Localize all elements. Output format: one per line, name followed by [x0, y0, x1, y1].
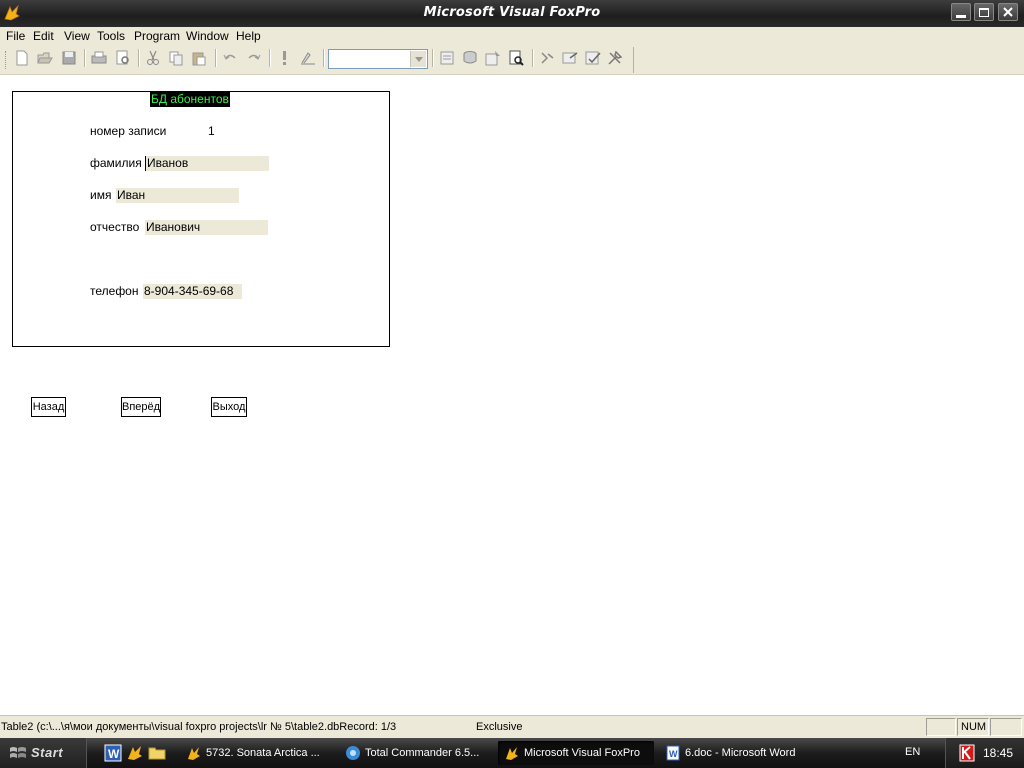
- phone-field[interactable]: 8-904-345-69-68: [143, 284, 242, 299]
- surname-label: фамилия: [90, 156, 142, 170]
- toolbar-separator: [532, 49, 534, 67]
- foxpro-task-icon: [506, 747, 518, 760]
- first-name-label: имя: [90, 188, 112, 202]
- menu-file[interactable]: File: [6, 28, 25, 44]
- start-button[interactable]: Start: [0, 738, 87, 768]
- svg-text:W: W: [669, 749, 678, 759]
- kaspersky-icon[interactable]: [959, 744, 975, 762]
- database-combo[interactable]: [328, 49, 428, 69]
- cut-icon[interactable]: [145, 50, 161, 66]
- surname-field[interactable]: Иванов: [145, 156, 269, 171]
- toolbar-separator: [215, 49, 217, 67]
- winamp-icon: [188, 747, 200, 760]
- task-label: Total Commander 6.5...: [365, 747, 480, 759]
- toolbar-separator: [138, 49, 140, 67]
- form-designer-icon[interactable]: [508, 50, 524, 66]
- foxpro-quicklaunch-icon[interactable]: [126, 744, 144, 762]
- close-icon: [1003, 7, 1013, 17]
- print-preview-icon[interactable]: [115, 50, 131, 66]
- windows-logo-icon: [10, 747, 26, 758]
- form-frame: [12, 91, 390, 347]
- status-panel-empty: [926, 718, 956, 736]
- status-panel-empty: [990, 718, 1022, 736]
- record-number-value: 1: [208, 124, 215, 138]
- menu-edit[interactable]: Edit: [33, 28, 54, 44]
- open-icon[interactable]: [37, 50, 53, 66]
- task-label: 5732. Sonata Arctica ...: [206, 747, 320, 759]
- record-number-label: номер записи: [90, 124, 167, 138]
- svg-text:W: W: [108, 747, 120, 761]
- run-icon[interactable]: [276, 50, 292, 66]
- save-icon[interactable]: [61, 50, 77, 66]
- toolbar-grip[interactable]: [5, 51, 8, 69]
- toolbar-separator: [269, 49, 271, 67]
- form-builder-icon[interactable]: [585, 50, 601, 66]
- task-word-doc[interactable]: W 6.doc - Microsoft Word: [659, 741, 809, 765]
- first-name-field[interactable]: Иван: [116, 188, 239, 203]
- toolbar-separator: [432, 49, 434, 67]
- language-indicator[interactable]: EN: [905, 746, 920, 758]
- minimize-button[interactable]: [951, 3, 971, 21]
- task-label: 6.doc - Microsoft Word: [685, 747, 796, 759]
- new-icon[interactable]: [14, 50, 30, 66]
- menu-view[interactable]: View: [64, 28, 90, 44]
- folder-icon[interactable]: [148, 744, 166, 762]
- forward-button[interactable]: Вперёд: [121, 397, 161, 417]
- title-bar: Microsoft Visual FoxPro: [0, 0, 1024, 27]
- copy-icon[interactable]: [168, 50, 184, 66]
- patronymic-field[interactable]: Иванович: [145, 220, 268, 235]
- toolbar-separator: [323, 49, 325, 67]
- window-title: Microsoft Visual FoxPro: [423, 5, 601, 20]
- close-button[interactable]: [998, 3, 1018, 21]
- menu-tools[interactable]: Tools: [97, 28, 125, 44]
- menu-program[interactable]: Program: [134, 28, 180, 44]
- maximize-button[interactable]: [974, 3, 994, 21]
- data-session-icon[interactable]: [462, 50, 478, 66]
- undo-icon[interactable]: [222, 50, 238, 66]
- patronymic-label: отчество: [90, 220, 140, 234]
- modify-icon[interactable]: [300, 50, 316, 66]
- form-control-icon[interactable]: [562, 50, 578, 66]
- num-lock-indicator: NUM: [957, 718, 989, 736]
- total-commander-icon: [346, 746, 360, 760]
- status-mode: Exclusive: [476, 721, 523, 733]
- taskbar: Start W 5732. Sonata Arctica ... Total C…: [0, 738, 1024, 768]
- toolbar-separator: [84, 49, 86, 67]
- task-visual-foxpro[interactable]: Microsoft Visual FoxPro: [498, 741, 654, 765]
- status-path: Table2 (c:\...\я\мои документы\visual fo…: [1, 721, 397, 733]
- task-label: Microsoft Visual FoxPro: [524, 747, 640, 759]
- phone-label: телефон: [90, 284, 139, 298]
- properties-icon[interactable]: [485, 50, 501, 66]
- form-header: БД абонентов: [150, 92, 230, 107]
- command-window-icon[interactable]: [439, 50, 455, 66]
- exit-button[interactable]: Выход: [211, 397, 247, 417]
- print-icon[interactable]: [91, 50, 107, 66]
- toolbox-icon[interactable]: [607, 50, 623, 66]
- word-doc-icon: W: [666, 745, 680, 761]
- menu-help[interactable]: Help: [236, 28, 261, 44]
- status-bar: Table2 (c:\...\я\мои документы\visual fo…: [0, 715, 1024, 739]
- code-icon[interactable]: [539, 50, 555, 66]
- back-button[interactable]: Назад: [31, 397, 66, 417]
- standard-toolbar: [0, 45, 1024, 75]
- task-total-commander[interactable]: Total Commander 6.5...: [339, 741, 489, 765]
- redo-icon[interactable]: [246, 50, 262, 66]
- start-label: Start: [31, 745, 64, 760]
- menu-bar: File Edit View Tools Program Window Help: [0, 27, 1024, 45]
- chevron-down-icon[interactable]: [410, 51, 426, 67]
- word-icon[interactable]: W: [104, 744, 122, 762]
- paste-icon[interactable]: [191, 50, 207, 66]
- clock: 18:45: [983, 746, 1014, 760]
- menu-window[interactable]: Window: [186, 28, 229, 44]
- task-sonata-arctica[interactable]: 5732. Sonata Arctica ...: [180, 741, 330, 765]
